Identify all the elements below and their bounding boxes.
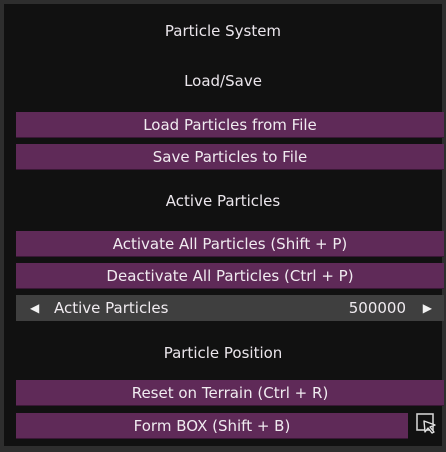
load-save-heading: Load/Save	[184, 72, 262, 90]
cursor-select-icon[interactable]	[416, 413, 438, 435]
save-particles-button[interactable]: Save Particles to File	[16, 144, 444, 170]
decrease-arrow-icon[interactable]: ◀	[30, 295, 39, 321]
reset-on-terrain-button[interactable]: Reset on Terrain (Ctrl + R)	[16, 380, 444, 406]
active-particles-slider-label: Active Particles	[54, 299, 169, 317]
active-particles-slider[interactable]: ◀ Active Particles 500000 ▶	[16, 295, 444, 321]
deactivate-all-particles-button[interactable]: Deactivate All Particles (Ctrl + P)	[16, 263, 444, 289]
form-box-button[interactable]: Form BOX (Shift + B)	[16, 413, 408, 439]
active-particles-slider-value: 500000	[348, 299, 406, 317]
active-particles-heading: Active Particles	[165, 192, 281, 210]
panel-title: Particle System	[164, 22, 282, 40]
increase-arrow-icon[interactable]: ▶	[423, 295, 432, 321]
particle-position-heading: Particle Position	[163, 344, 283, 362]
particle-system-panel: Particle System Load/Save Load Particles…	[4, 4, 444, 446]
activate-all-particles-button[interactable]: Activate All Particles (Shift + P)	[16, 231, 444, 257]
load-particles-button[interactable]: Load Particles from File	[16, 112, 444, 138]
